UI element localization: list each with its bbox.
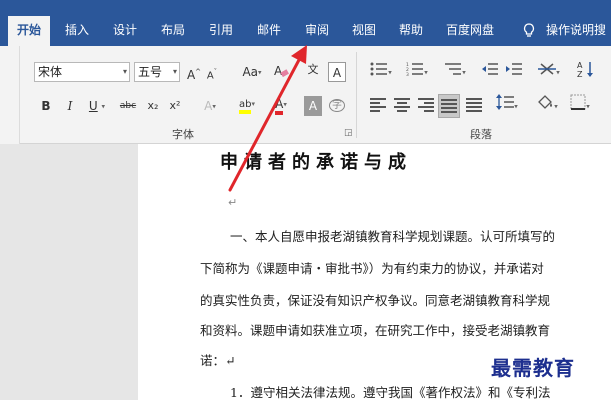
subscript-button[interactable]: x₂	[144, 96, 162, 116]
font-name-value: 宋体	[38, 65, 63, 79]
align-center-icon[interactable]	[394, 98, 410, 112]
font-size-value: 五号	[138, 65, 163, 79]
tell-me-search[interactable]: 操作说明搜	[540, 12, 611, 46]
document-title: 申请者的承诺与成	[220, 152, 412, 173]
align-left-icon[interactable]	[370, 98, 386, 112]
italic-button[interactable]: I	[62, 96, 78, 116]
line-spacing-button[interactable]: ▾	[492, 94, 522, 114]
underline-button[interactable]: U ▾	[84, 96, 110, 116]
paragraph-mark: ↵	[228, 196, 238, 209]
group-divider	[356, 52, 357, 138]
distributed-icon[interactable]	[466, 98, 482, 112]
watermark-logo: 最需教育	[491, 356, 575, 380]
paragraph-group-label: 段落	[470, 128, 492, 141]
svg-text:3: 3	[406, 72, 409, 76]
multilevel-list-button[interactable]: ▾	[440, 62, 470, 82]
svg-text:A: A	[274, 64, 283, 78]
sort-button[interactable]: AZ	[574, 60, 598, 80]
font-group-label: 字体	[172, 128, 194, 141]
borders-button[interactable]: ▾	[566, 94, 594, 114]
lightbulb-icon[interactable]	[520, 12, 538, 46]
font-name-combo[interactable]: 宋体 ▾	[34, 62, 130, 82]
tab-insert[interactable]: 插入	[58, 12, 96, 46]
bullets-button[interactable]: ▾	[366, 62, 396, 82]
document-line: 一、本人自愿申报老湖镇教育科学规划课题。认可所填写的	[230, 229, 556, 244]
tab-review[interactable]: 审阅	[296, 12, 338, 46]
font-dialog-launcher-icon[interactable]: ◲	[344, 128, 353, 138]
justify-icon	[441, 99, 457, 113]
chinese-layout-button[interactable]: ▾	[534, 62, 564, 82]
tab-mailings[interactable]: 邮件	[248, 12, 290, 46]
enclose-characters-button[interactable]: 字	[328, 96, 346, 116]
justify-button[interactable]	[438, 94, 460, 118]
shrink-font-button[interactable]: Aˇ	[204, 62, 220, 82]
phonetic-guide-button[interactable]: 文	[304, 60, 322, 80]
superscript-button[interactable]: x²	[166, 96, 184, 116]
change-case-button[interactable]: Aa▾	[238, 62, 266, 82]
document-line: 下简称为《课题申请・审批书》）为有约束力的协议，并承诺对	[200, 261, 544, 276]
highlight-color-button[interactable]: ab▾	[232, 94, 262, 114]
font-size-combo[interactable]: 五号 ▾	[134, 62, 180, 82]
ribbon-body: ✂ ⧉ ✎ ◲ 宋体 ▾ 五号 ▾ A^ Aˇ Aa▾ A 文 A B I U …	[0, 46, 611, 144]
chevron-down-icon: ▾	[122, 67, 127, 76]
bold-button[interactable]: B	[38, 96, 54, 116]
ribbon-tab-bar: 开始 插入 设计 布局 引用 邮件 审阅 视图 帮助 百度网盘 操作说明搜	[0, 12, 611, 46]
svg-text:A: A	[577, 61, 583, 70]
document-line: 诺：↵	[200, 353, 236, 368]
font-color-button[interactable]: A▾	[268, 94, 294, 115]
character-border-button[interactable]: A	[328, 62, 346, 82]
numbering-button[interactable]: 1 2 3 ▾	[402, 62, 432, 82]
tab-baidu-netdisk[interactable]: 百度网盘	[438, 12, 502, 46]
document-line: 1．遵守相关法律法规。遵守我国《著作权法》和《专利法	[230, 385, 551, 400]
increase-indent-button[interactable]	[504, 62, 524, 82]
tab-layout[interactable]: 布局	[152, 12, 194, 46]
tab-design[interactable]: 设计	[104, 12, 146, 46]
text-effects-button[interactable]: A▾	[198, 96, 222, 116]
strikethrough-button[interactable]: abc	[116, 96, 140, 116]
shading-button[interactable]: ▾	[532, 94, 562, 114]
decrease-indent-button[interactable]	[480, 62, 500, 82]
svg-text:Z: Z	[577, 70, 583, 78]
grow-font-button[interactable]: A^	[186, 62, 202, 82]
tab-view[interactable]: 视图	[343, 12, 385, 46]
clipboard-group	[0, 46, 20, 144]
tab-help[interactable]: 帮助	[390, 12, 432, 46]
clear-formatting-button[interactable]: A	[272, 62, 290, 82]
document-line: 和资料。课题申请如获准立项，在研究工作中，接受老湖镇教育	[200, 323, 551, 338]
title-bar	[0, 0, 611, 12]
character-shading-button[interactable]: A	[304, 96, 322, 116]
tab-home[interactable]: 开始	[8, 16, 50, 46]
document-line: 的真实性负责，保证没有知识产权争议。同意老湖镇教育科学规	[200, 293, 551, 308]
chevron-down-icon: ▾	[172, 67, 177, 76]
tab-references[interactable]: 引用	[200, 12, 242, 46]
align-right-icon[interactable]	[418, 98, 434, 112]
